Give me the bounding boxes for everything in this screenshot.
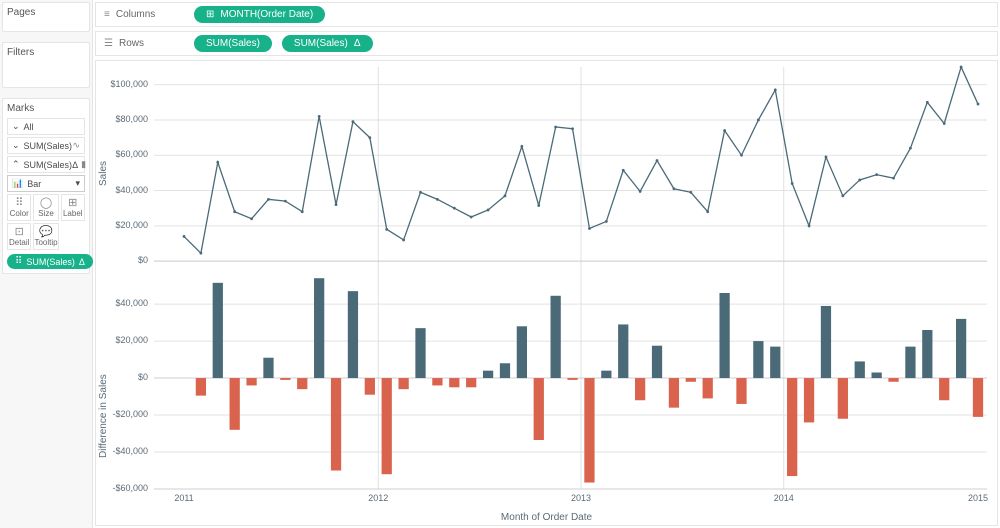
pill-month-order-date[interactable]: ⊞ MONTH(Order Date) [194,6,325,23]
pages-panel: Pages [2,2,90,32]
y-tick-top: $20,000 [115,220,148,230]
mark-type-label: Bar [27,179,71,189]
y-tick-top: $80,000 [115,114,148,124]
y-tick-bot: -$60,000 [112,483,148,493]
delta-icon: Δ [72,160,78,170]
bar-type-icon: ▮ [81,159,86,170]
side-panels: Pages Filters Marks ⌄ All ⌄ SUM(Sales) ∿… [0,0,93,528]
y-tick-bot: $40,000 [115,298,148,308]
tooltip-button[interactable]: 💬Tooltip [33,223,58,250]
line-type-icon: ∿ [72,140,80,151]
pill-sum-label: SUM(Sales) [206,38,260,49]
y-axis-title-sales: Sales [98,113,109,233]
detail-label: Detail [9,238,29,247]
y-axis-title-diff: Difference in Sales [98,341,109,491]
pill-sum-delta-label: SUM(Sales) [294,38,348,49]
size-label: Size [38,209,54,218]
detail-icon: ⊡ [8,226,30,238]
color-dots-icon: ⠿ [15,256,22,267]
rows-shelf-label: ☰ Rows [104,38,184,49]
size-button[interactable]: ◯Size [33,194,58,221]
plus-icon: ⊞ [206,9,214,20]
marks-sum1[interactable]: ⌄ SUM(Sales) ∿ [7,137,85,154]
columns-shelf[interactable]: ≡ Columns ⊞ MONTH(Order Date) [95,2,998,27]
pages-title: Pages [7,7,85,18]
x-tick: 2015 [968,493,988,503]
x-axis: 2011 2012 2013 2014 2015 [154,493,987,507]
pill-month-label: MONTH(Order Date) [220,9,313,20]
marks-all-label: All [20,122,80,132]
marks-pill-sum-sales[interactable]: ⠿ SUM(Sales) Δ [7,254,93,269]
y-tick-top: $100,000 [110,79,148,89]
color-label: Color [10,209,29,218]
pill-sum-sales-delta[interactable]: SUM(Sales) Δ [282,35,373,52]
x-tick: 2012 [368,493,388,503]
label-button[interactable]: ⊞Label [61,194,85,221]
marks-all[interactable]: ⌄ All [7,118,85,135]
filters-title: Filters [7,47,85,58]
columns-icon: ≡ [104,9,110,20]
delta-icon: Δ [354,38,361,49]
marks-sum2[interactable]: ⌃ SUM(Sales) Δ ▮ [7,156,85,173]
marks-sum2-label: SUM(Sales) [20,160,73,170]
dropdown-icon: ▾ [75,178,80,189]
marks-sum1-label: SUM(Sales) [20,141,73,151]
delta-icon: Δ [79,257,85,267]
mark-buttons: ⠿Color ◯Size ⊞Label ⊡Detail 💬Tooltip [7,194,85,250]
tooltip-label: Tooltip [34,238,57,247]
bar-chart-icon: 📊 [12,178,23,189]
main-area: ≡ Columns ⊞ MONTH(Order Date) ☰ Rows SUM… [93,0,1000,528]
detail-button[interactable]: ⊡Detail [7,223,31,250]
label-icon: ⊞ [62,197,84,209]
y-tick-top: $40,000 [115,185,148,195]
y-tick-top: $0 [138,255,148,265]
color-icon: ⠿ [8,197,30,209]
app-root: Pages Filters Marks ⌄ All ⌄ SUM(Sales) ∿… [0,0,1000,528]
x-axis-label: Month of Order Date [96,512,997,523]
y-tick-bot: -$40,000 [112,446,148,456]
viz-canvas: Sales Difference in Sales $0 $20,000 $40,0… [95,60,998,526]
size-icon: ◯ [34,197,57,209]
mark-type-select[interactable]: 📊 Bar ▾ [7,175,85,192]
filters-panel: Filters [2,42,90,88]
rows-text: Rows [119,38,144,49]
y-tick-bot: $0 [138,372,148,382]
tooltip-icon: 💬 [34,226,57,238]
plot-area [154,67,987,489]
chevron-down-icon: ⌄ [12,121,20,132]
pill-sum-sales[interactable]: SUM(Sales) [194,35,272,52]
columns-text: Columns [116,9,155,20]
y-tick-top: $60,000 [115,149,148,159]
x-tick: 2013 [571,493,591,503]
chevron-up-icon: ⌃ [12,159,20,170]
marks-panel: Marks ⌄ All ⌄ SUM(Sales) ∿ ⌃ SUM(Sales) … [2,98,90,274]
color-button[interactable]: ⠿Color [7,194,31,221]
columns-shelf-label: ≡ Columns [104,9,184,20]
y-tick-bot: $20,000 [115,335,148,345]
y-tick-bot: -$20,000 [112,409,148,419]
rows-icon: ☰ [104,38,113,49]
x-tick: 2011 [174,493,193,503]
x-tick: 2014 [774,493,794,503]
marks-pill-label: SUM(Sales) [26,257,75,267]
rows-shelf[interactable]: ☰ Rows SUM(Sales) SUM(Sales) Δ [95,31,998,56]
marks-title: Marks [7,103,85,114]
chevron-down-icon: ⌄ [12,140,20,151]
label-label: Label [63,209,83,218]
